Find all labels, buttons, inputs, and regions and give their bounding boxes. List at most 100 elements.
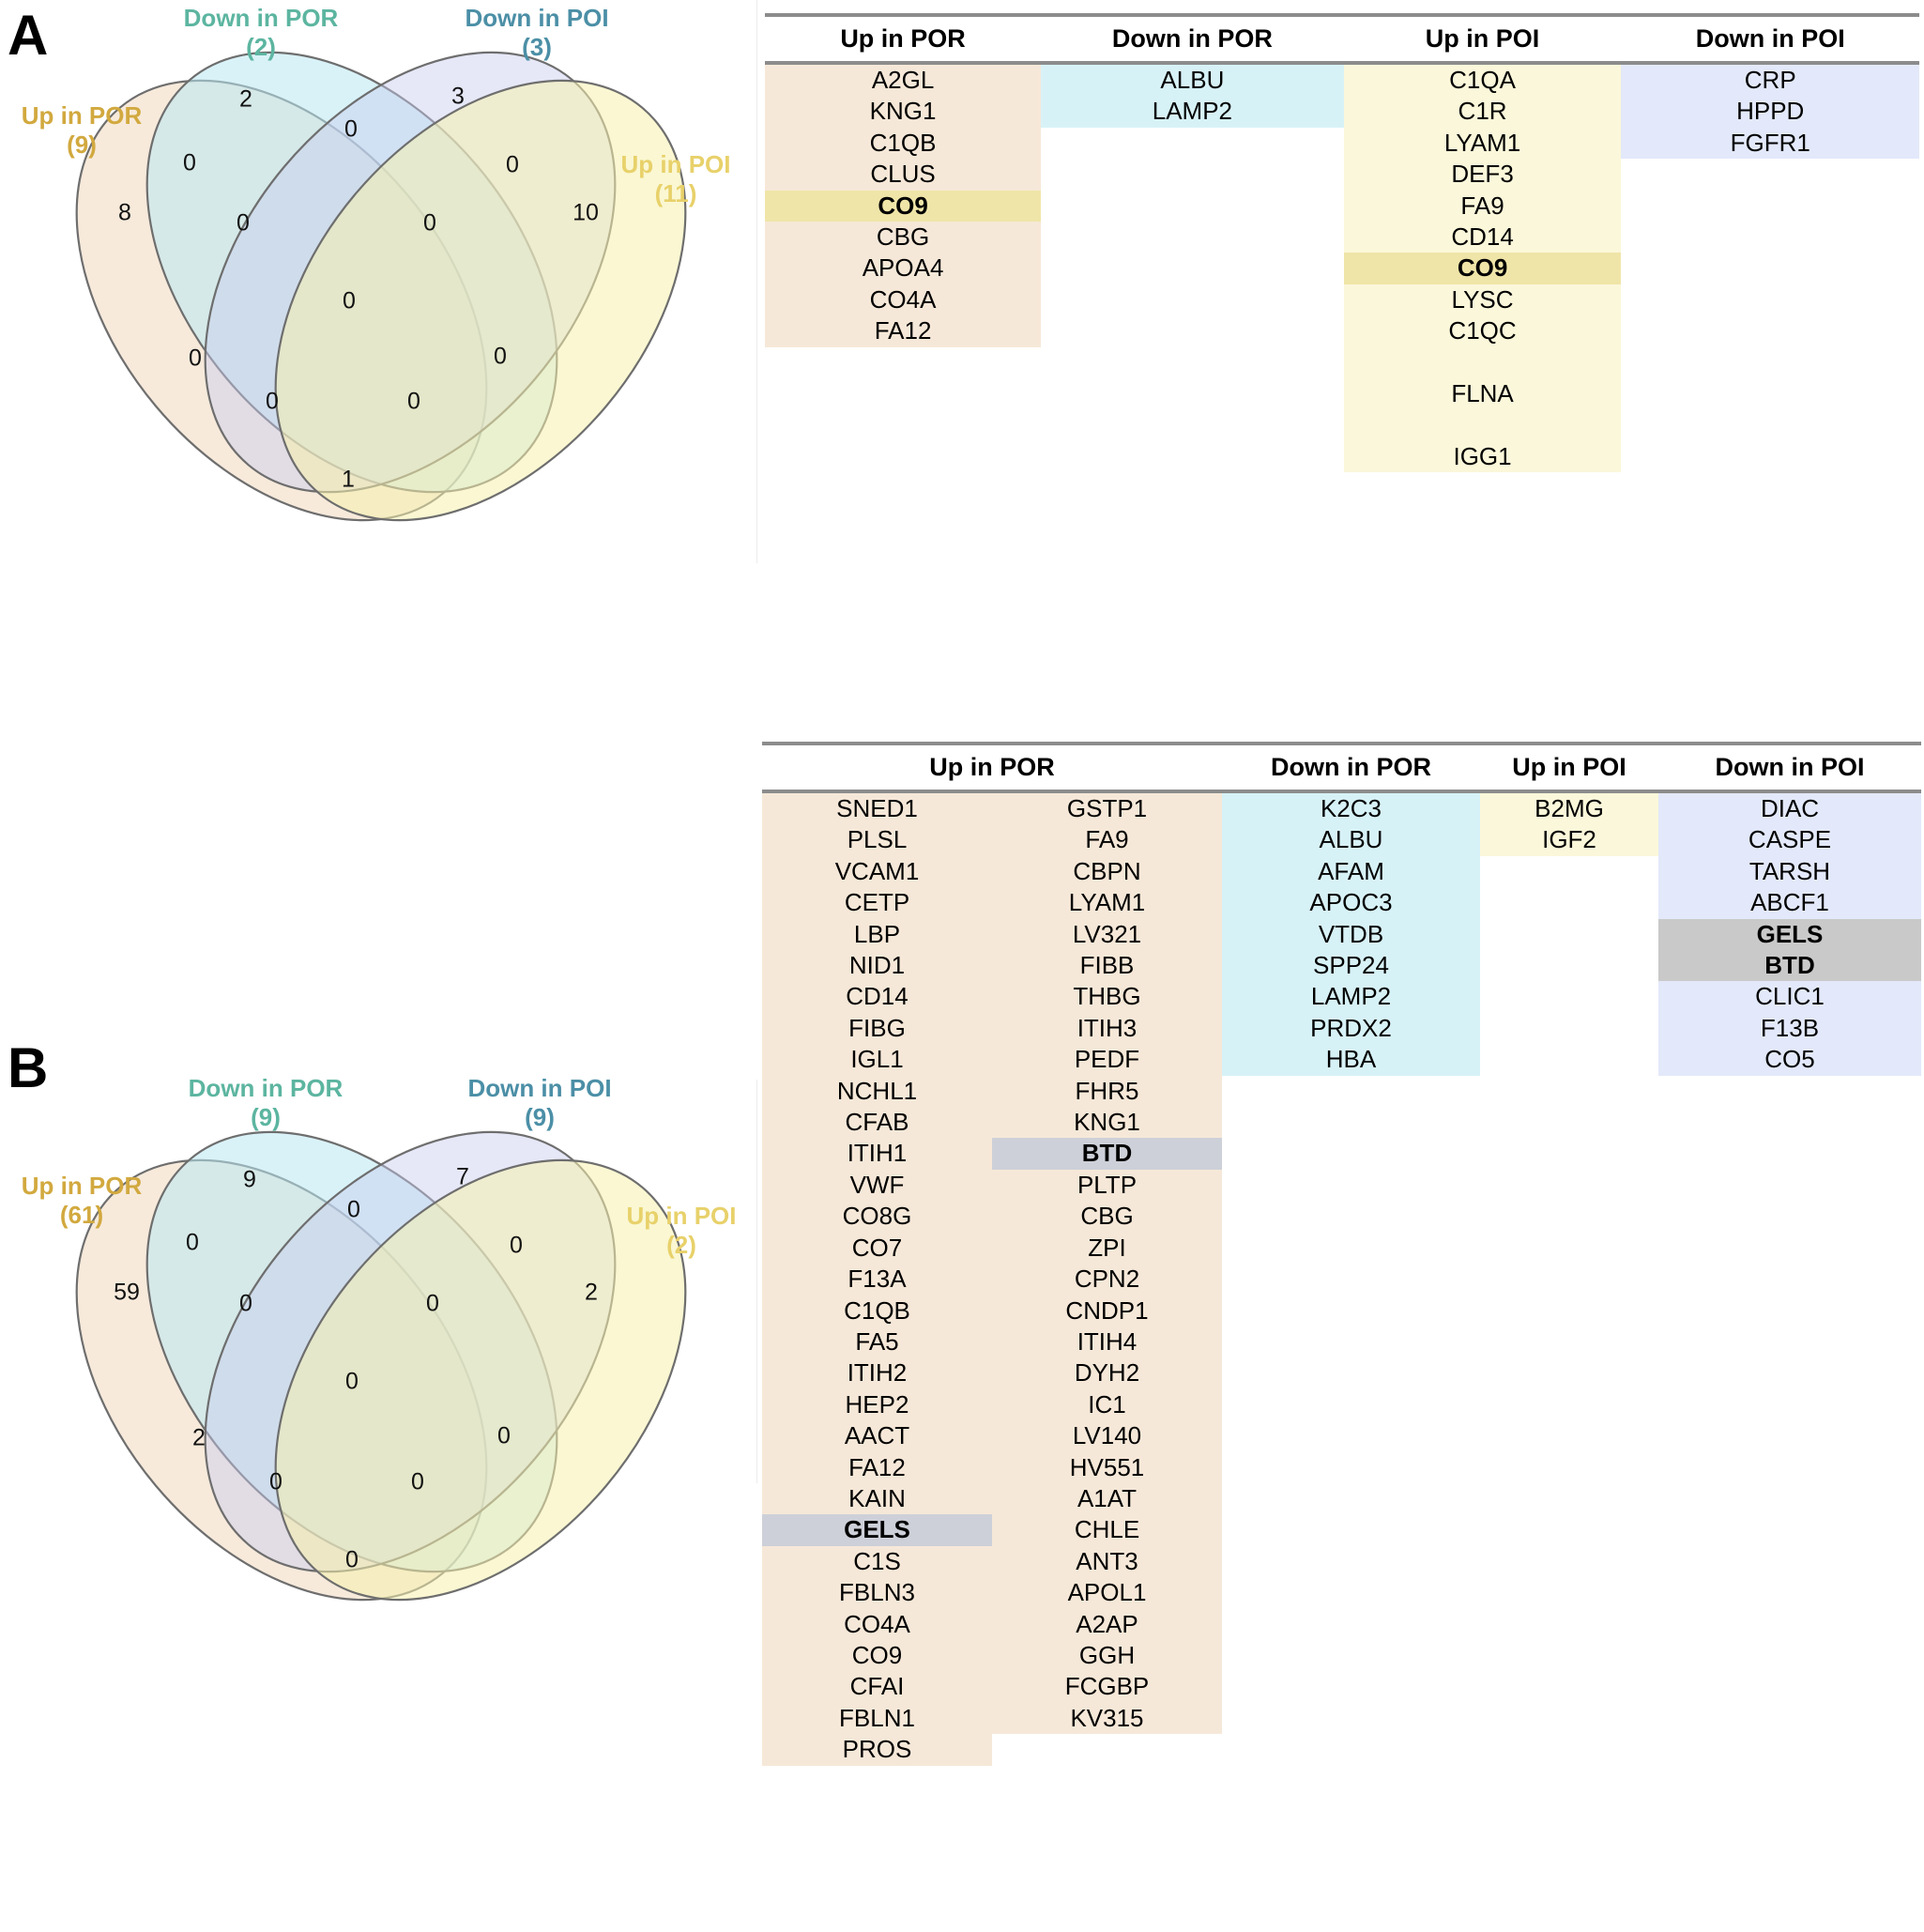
gene-label: CLUS (870, 160, 936, 189)
gene-label: DYH2 (1074, 1358, 1140, 1388)
gene-label: ABCF1 (1750, 888, 1829, 917)
gene-label: FA9 (1460, 191, 1504, 220)
venn-a-count-dpor-dpoi: 0 (344, 116, 358, 143)
gene-label: A2GL (871, 66, 935, 94)
venn-a-label-up-por: Up in POR (9) (0, 101, 171, 159)
gene-label: CO9 (765, 190, 1042, 222)
gene-label: LV140 (1072, 1421, 1142, 1450)
gene-label: FCGBP (1064, 1672, 1150, 1701)
venn-b-count-upor-dpoi: 2 (192, 1425, 206, 1451)
venn-b-label-up-por-name: Up in POR (21, 1172, 143, 1200)
gene-label: APOC3 (1309, 888, 1393, 917)
venn-b-label-down-poi-count: (9) (525, 1102, 555, 1131)
gene-label: LBP (853, 919, 901, 948)
gene-label: CD14 (1451, 222, 1514, 252)
venn-b-count-down-poi-only: 7 (456, 1164, 469, 1190)
gene-label: FA12 (874, 316, 932, 345)
venn-a-label-down-por-name: Down in POR (183, 4, 339, 32)
gene-label: GGH (1078, 1640, 1136, 1669)
gene-label: AACT (844, 1421, 910, 1450)
venn-a-count-up-por-only: 8 (118, 200, 131, 226)
venn-b-count-down-por-only: 9 (243, 1167, 256, 1193)
table-b-body-row: SNED1 PLSL VCAM1 CETP LBP NID1 CD14 FIBG IGL1 NCH… (762, 791, 1921, 1766)
venn-a-svg: 8 2 3 10 0 0 0 0 0 0 0 0 0 0 1 (75, 51, 687, 522)
gene-label: APOA4 (862, 253, 944, 283)
venn-b-count-all-four: 0 (345, 1369, 359, 1395)
gene-label: C1QA (1449, 66, 1516, 94)
venn-b-svg: 59 9 7 2 0 0 0 0 0 0 2 0 0 0 0 (75, 1130, 687, 1602)
venn-a-count-dpor-upoi-2: 0 (494, 344, 507, 370)
table-b-list-up-por-col1: SNED1 PLSL VCAM1 CETP LBP NID1 CD14 FIBG IGL1 NCH… (762, 793, 992, 1766)
gene-label: NCHL1 (836, 1076, 918, 1105)
gene-label: C1QB (869, 128, 937, 157)
venn-b-count-up-poi-only: 2 (585, 1280, 598, 1306)
panel-a-protein-table: Up in POR Down in POR Up in POI Down in … (765, 13, 1919, 473)
venn-b-label-down-por-name: Down in POR (188, 1074, 344, 1102)
gene-label: CO9 (1343, 253, 1622, 284)
venn-b-label-up-por: Up in POR (61) (0, 1172, 171, 1229)
gene-label: ZPI (1088, 1233, 1126, 1262)
venn-a-label-up-poi-count: (11) (654, 178, 697, 207)
gene-label: CPN2 (1074, 1265, 1140, 1294)
table-a-body-row: A2GL KNG1 C1QB CLUS CO9 CBG APOA4 CO4A FA12 ALBU… (765, 63, 1919, 473)
gene-label: VCAM1 (834, 856, 920, 885)
table-a-header-up-por: Up in POR (765, 13, 1042, 65)
gene-label: GELS (1658, 918, 1921, 951)
table-a-header-down-por: Down in POR (1041, 13, 1344, 65)
venn-a-count-down-poi-only: 3 (451, 84, 465, 110)
gene-label: IGL1 (850, 1045, 904, 1074)
venn-a-count-upor-dpor: 0 (183, 150, 196, 176)
gene-label: IC1 (1088, 1389, 1126, 1418)
gene-label: DIAC (1760, 794, 1820, 822)
gene-label: PEDF (1074, 1045, 1140, 1074)
gene-label: CD14 (846, 982, 909, 1011)
gene-label: BTD (1658, 950, 1921, 982)
gene-label: C1QB (844, 1296, 910, 1325)
gene-label: LAMP2 (1310, 982, 1392, 1011)
gene-label: FA12 (848, 1452, 906, 1481)
gene-label: FBLN1 (839, 1703, 915, 1732)
gene-label: FA9 (1085, 825, 1129, 854)
venn-a-label-down-poi: Down in POI (3) (424, 4, 649, 61)
gene-label: LAMP2 (1152, 97, 1233, 126)
table-b-list-down-por: K2C3 ALBU AFAM APOC3 VTDB SPP24 LAMP2 PRDX2 HBA (1222, 793, 1480, 1076)
gene-label: BTD (992, 1138, 1222, 1170)
gene-label: CFAB (845, 1108, 909, 1137)
gene-label: PRDX2 (1310, 1013, 1392, 1042)
gene-label: AFAM (1318, 856, 1384, 885)
gene-label: A2AP (1076, 1609, 1138, 1638)
venn-a-count-upor-dpoi-2: 0 (189, 345, 202, 372)
gene-label: K2C3 (1320, 794, 1382, 822)
gene-label: LYAM1 (1443, 128, 1521, 157)
venn-a-count-all-four: 0 (343, 288, 356, 314)
gene-label: HEP2 (845, 1389, 909, 1418)
gene-label: CO5 (1764, 1045, 1815, 1074)
gene-label: FIBG (848, 1013, 906, 1042)
table-a-list-down-por: ALBU LAMP2 (1041, 65, 1344, 128)
venn-a-label-down-por-count: (2) (246, 32, 276, 61)
table-a-list-down-poi: CRP HPPD FGFR1 (1621, 65, 1919, 160)
gene-label: CO4A (844, 1609, 910, 1638)
gene-label: GELS (762, 1514, 992, 1546)
gene-label: VWF (849, 1170, 905, 1199)
table-b-cell-up-por-1: SNED1 PLSL VCAM1 CETP LBP NID1 CD14 FIBG IGL1 NCH… (762, 791, 992, 1766)
venn-b-label-down-por: Down in POR (9) (148, 1074, 383, 1131)
gene-label: CO8G (842, 1202, 912, 1231)
gene-label: C1S (853, 1546, 901, 1575)
gene-label: HBA (1325, 1045, 1377, 1074)
table-b-list-down-poi: DIAC CASPE TARSH ABCF1 GELS BTD CLIC1 F13B CO5 (1658, 793, 1921, 1076)
gene-label: FHR5 (1075, 1076, 1139, 1105)
gene-label: CNDP1 (1065, 1296, 1149, 1325)
gene-label: CBPN (1073, 856, 1141, 885)
gene-label: FBLN3 (839, 1578, 915, 1607)
gene-label: KNG1 (1074, 1108, 1140, 1137)
gene-label: FLNA (1451, 379, 1514, 408)
venn-b-count-upor-dpor-upoi: 0 (269, 1469, 282, 1495)
venn-b-label-down-poi: Down in POI (9) (422, 1074, 657, 1131)
venn-b-label-down-poi-name: Down in POI (467, 1074, 612, 1102)
guide-line-left (756, 0, 757, 563)
venn-a-label-up-por-count: (9) (67, 130, 97, 159)
gene-label: IGG1 (1453, 441, 1512, 470)
gene-label: CBG (1080, 1202, 1134, 1231)
gene-label: FIBB (1079, 951, 1135, 980)
